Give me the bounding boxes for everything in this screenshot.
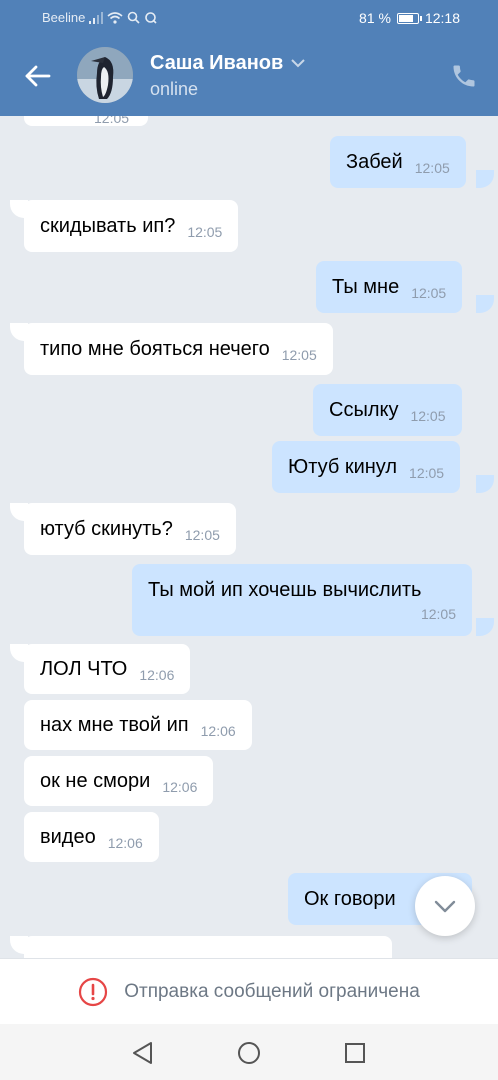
- chevron-down-icon: [291, 59, 305, 68]
- message-bubble[interactable]: ок не смори 12:06: [24, 756, 214, 806]
- call-button[interactable]: [450, 62, 478, 90]
- message-bubble[interactable]: типо мне бояться нечего 12:05: [24, 323, 333, 375]
- restricted-banner: Отправка сообщений ограничена: [0, 958, 498, 1024]
- message-time: 12:05: [410, 408, 446, 424]
- message-text: Ютуб кинул: [288, 455, 398, 478]
- message-text: Ссылку: [329, 398, 399, 421]
- message-text: Ты мой ип хочешь вычислить: [148, 578, 422, 601]
- chat-header: Саша Иванов online: [0, 36, 498, 116]
- search-status-icon: [128, 11, 140, 24]
- message-text: Ты мне: [332, 275, 400, 298]
- message-time: 12:06: [107, 835, 143, 851]
- status-left: Beeline: [42, 10, 157, 25]
- contact-name: Саша Иванов: [150, 52, 284, 74]
- message-bubble[interactable]: видео 12:06: [24, 812, 159, 862]
- chat-screen: Beeline 81 % 12:18 Саша Иванов online 12…: [0, 0, 498, 1080]
- message-text: нах мне твой ип: [40, 713, 189, 736]
- status-right: 81 % 12:18: [359, 10, 460, 26]
- wifi-icon: [107, 11, 123, 24]
- avatar-image: [77, 47, 133, 103]
- message-text: видео: [40, 825, 96, 848]
- message-bubble[interactable]: скидывать ип? 12:05: [24, 200, 239, 252]
- message-time: 12:05: [411, 285, 447, 301]
- message-bubble[interactable]: Ты мне 12:05: [316, 261, 463, 313]
- message-text: ЛОЛ ЧТО: [40, 657, 128, 680]
- bubble-tail: [476, 295, 494, 313]
- avatar[interactable]: [77, 47, 133, 103]
- message-time: 12:05: [187, 224, 223, 240]
- message-bubble[interactable]: ютуб скинуть? 12:05: [24, 503, 236, 555]
- message-bubble[interactable]: Ссылку 12:05: [313, 384, 462, 436]
- signal-icon: [89, 11, 104, 24]
- nav-back-button[interactable]: [130, 1040, 156, 1066]
- message-bubble[interactable]: [24, 116, 148, 126]
- message-time: 12:05: [281, 347, 317, 363]
- message-list[interactable]: 12:05 Забей 12:05 скидывать ип? 12:05 Ты…: [0, 116, 498, 958]
- phone-icon: [453, 65, 475, 87]
- status-bar: Beeline 81 % 12:18: [0, 0, 498, 36]
- message-bubble[interactable]: нах мне твой ип 12:06: [24, 700, 252, 750]
- system-nav-bar: [0, 1024, 498, 1080]
- back-arrow-icon: [25, 65, 51, 87]
- message-bubble[interactable]: [24, 936, 392, 958]
- message-time: 12:05: [420, 605, 456, 622]
- message-time: 12:06: [139, 667, 175, 683]
- message-text: типо мне бояться нечего: [40, 337, 270, 360]
- message-time: 12:05: [184, 527, 220, 543]
- nav-recents-button[interactable]: [342, 1040, 368, 1066]
- message-time: 12:05: [414, 160, 450, 176]
- nav-home-button[interactable]: [236, 1040, 262, 1066]
- circle-home-icon: [238, 1042, 260, 1064]
- restricted-text: Отправка сообщений ограничена: [124, 980, 420, 1002]
- message-bubble[interactable]: Ютуб кинул 12:05: [272, 441, 461, 493]
- message-time: 12:06: [200, 723, 236, 739]
- warning-icon: [79, 977, 108, 1006]
- message-text: ютуб скинуть?: [40, 517, 173, 540]
- back-button[interactable]: [20, 58, 56, 94]
- message-text: Забей: [346, 150, 403, 173]
- app-header: Beeline 81 % 12:18 Саша Иванов online: [0, 0, 498, 116]
- bubble-tail: [476, 170, 494, 188]
- battery-icon: [396, 12, 422, 24]
- message-text: Ок говори: [304, 887, 396, 910]
- message-time: 12:05: [409, 465, 445, 481]
- clock: 12:18: [424, 10, 460, 26]
- scroll-to-bottom-button[interactable]: [415, 876, 475, 936]
- carrier-label: Beeline: [42, 10, 86, 25]
- battery-percent: 81 %: [359, 10, 391, 26]
- square-recents-icon: [345, 1043, 365, 1063]
- message-bubble[interactable]: Ты мой ип хочешь вычислить 12:05: [132, 564, 472, 636]
- message-text: ок не смори: [40, 769, 151, 792]
- message-time: 12:05: [94, 116, 130, 126]
- message-time: 12:06: [162, 779, 198, 795]
- contact-name-row[interactable]: Саша Иванов: [150, 52, 305, 75]
- message-bubble[interactable]: ЛОЛ ЧТО 12:06: [24, 644, 191, 694]
- presence-status: online: [150, 79, 199, 99]
- message-text: скидывать ип?: [40, 214, 176, 237]
- bubble-tail: [476, 475, 494, 493]
- bubble-tail: [476, 618, 494, 636]
- message-bubble[interactable]: Забей 12:05: [330, 136, 466, 188]
- triangle-back-icon: [133, 1042, 152, 1064]
- chevron-down-icon: [434, 900, 456, 912]
- sync-status-icon: [145, 12, 157, 24]
